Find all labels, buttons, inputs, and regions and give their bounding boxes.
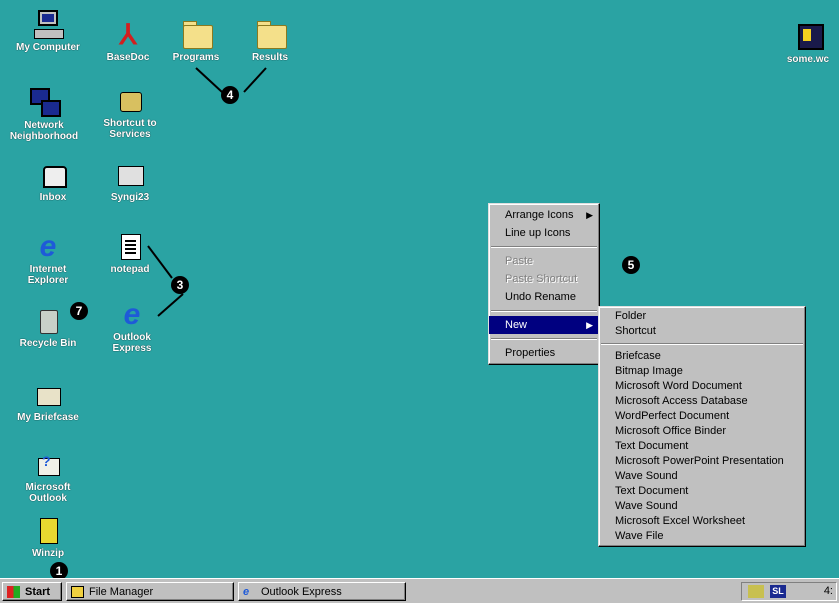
callout-badge: 4 <box>221 86 239 104</box>
menu-item-new[interactable]: New ▶ <box>489 316 599 334</box>
submenu-item-wave-sound-2[interactable]: Wave Sound <box>599 499 805 514</box>
submenu-arrow-icon: ▶ <box>586 320 593 330</box>
menu-separator <box>601 343 803 345</box>
speaker-icon[interactable] <box>748 585 764 598</box>
desktop[interactable]: My Computer Network Neighborhood Inbox e… <box>0 0 839 603</box>
menu-item-line-up-icons[interactable]: Line up Icons <box>489 224 599 242</box>
menu-separator <box>491 338 597 340</box>
clock[interactable]: 4: <box>824 583 833 600</box>
submenu-item-word-document[interactable]: Microsoft Word Document <box>599 379 805 394</box>
file-manager-icon <box>71 586 84 598</box>
submenu-item-briefcase[interactable]: Briefcase <box>599 349 805 364</box>
menu-separator <box>491 310 597 312</box>
windows-logo-icon <box>7 586 20 598</box>
submenu-item-excel-worksheet[interactable]: Microsoft Excel Worksheet <box>599 514 805 529</box>
submenu-item-text-document-2[interactable]: Text Document <box>599 484 805 499</box>
start-button[interactable]: Start <box>2 582 62 601</box>
menu-item-paste-shortcut[interactable]: Paste Shortcut <box>489 270 599 288</box>
taskbar-button-file-manager[interactable]: File Manager <box>66 582 234 601</box>
taskbar-button-outlook-express[interactable]: e Outlook Express <box>238 582 406 601</box>
outlook-express-icon: e <box>243 586 250 598</box>
menu-item-paste[interactable]: Paste <box>489 252 599 270</box>
new-submenu: Folder Shortcut Briefcase Bitmap Image M… <box>598 306 806 547</box>
submenu-item-wave-sound[interactable]: Wave Sound <box>599 469 805 484</box>
submenu-item-folder[interactable]: Folder <box>599 309 805 324</box>
submenu-item-text-document[interactable]: Text Document <box>599 439 805 454</box>
submenu-item-wave-file[interactable]: Wave File <box>599 529 805 544</box>
system-tray: SL 4: <box>741 582 837 601</box>
submenu-item-wordperfect-document[interactable]: WordPerfect Document <box>599 409 805 424</box>
menu-item-properties[interactable]: Properties <box>489 344 599 362</box>
menu-item-arrange-icons[interactable]: Arrange Icons ▶ <box>489 206 599 224</box>
desktop-context-menu: Arrange Icons ▶ Line up Icons Paste Paste… <box>488 203 600 365</box>
submenu-item-access-database[interactable]: Microsoft Access Database <box>599 394 805 409</box>
submenu-item-powerpoint[interactable]: Microsoft PowerPoint Presentation <box>599 454 805 469</box>
submenu-item-office-binder[interactable]: Microsoft Office Binder <box>599 424 805 439</box>
submenu-item-shortcut[interactable]: Shortcut <box>599 324 805 339</box>
callout-badge: 7 <box>70 302 88 320</box>
submenu-arrow-icon: ▶ <box>586 210 593 220</box>
submenu-item-bitmap-image[interactable]: Bitmap Image <box>599 364 805 379</box>
callout-badge: 3 <box>171 276 189 294</box>
callout-badge: 5 <box>622 256 640 274</box>
sl-tray-icon[interactable]: SL <box>770 585 786 598</box>
menu-separator <box>491 246 597 248</box>
menu-item-undo-rename[interactable]: Undo Rename <box>489 288 599 306</box>
taskbar: Start File Manager e Outlook Express SL … <box>0 578 839 603</box>
